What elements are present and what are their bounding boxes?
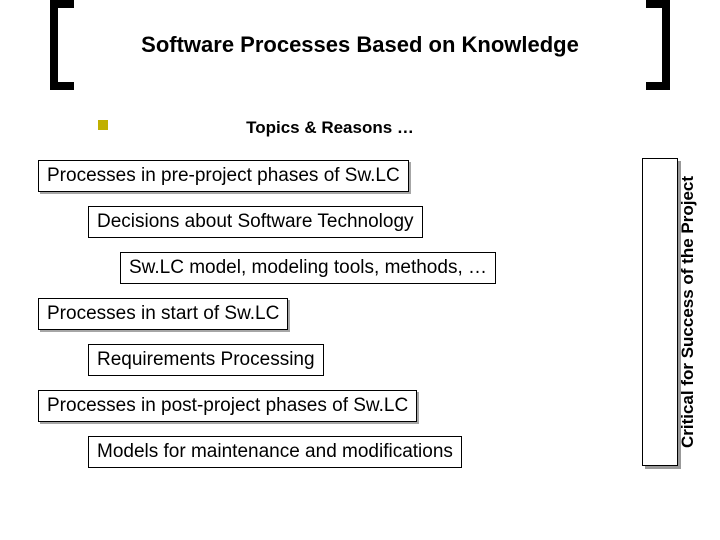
box-maintenance: Models for maintenance and modifications bbox=[88, 436, 462, 468]
title-bar: Software Processes Based on Knowledge bbox=[50, 20, 670, 70]
slide-title: Software Processes Based on Knowledge bbox=[74, 32, 646, 58]
bracket-right-icon bbox=[646, 0, 670, 90]
box-start: Processes in start of Sw.LC bbox=[38, 298, 288, 330]
sidebar-box bbox=[642, 158, 678, 466]
box-post-project: Processes in post-project phases of Sw.L… bbox=[38, 390, 417, 422]
content-area: Processes in pre-project phases of Sw.LC… bbox=[38, 160, 608, 482]
box-requirements: Requirements Processing bbox=[88, 344, 324, 376]
bracket-left-icon bbox=[50, 0, 74, 90]
slide-subtitle: Topics & Reasons … bbox=[0, 118, 660, 138]
box-swlc-model: Sw.LC model, modeling tools, methods, … bbox=[120, 252, 496, 284]
box-pre-project: Processes in pre-project phases of Sw.LC bbox=[38, 160, 409, 192]
sidebar-label: Critical for Success of the Project bbox=[678, 158, 698, 466]
box-decisions: Decisions about Software Technology bbox=[88, 206, 423, 238]
